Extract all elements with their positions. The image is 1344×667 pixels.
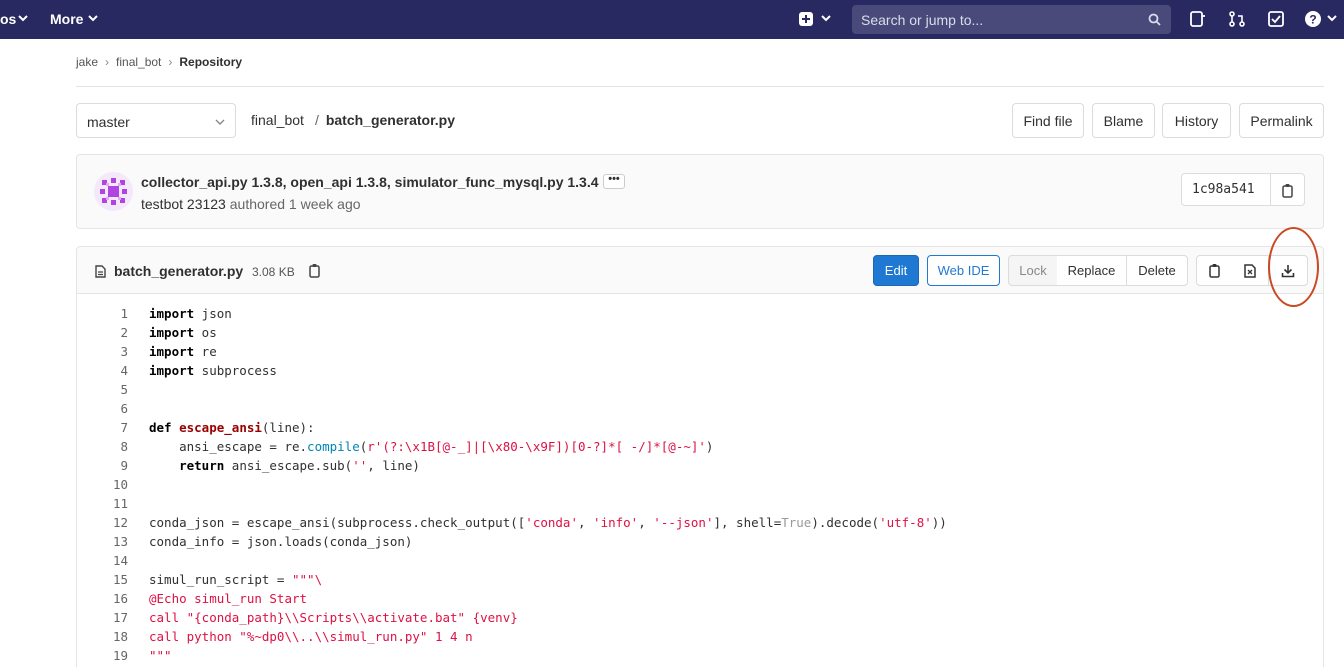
annotation-circle — [1268, 227, 1319, 307]
chevron-down-icon — [215, 119, 225, 125]
line-number[interactable]: 12 — [77, 515, 128, 530]
code-line: ansi_escape = re.compile(r'(?:\x1B[@-_]|… — [149, 439, 714, 454]
path-file: batch_generator.py — [325, 112, 455, 128]
help-icon[interactable]: ? — [1304, 10, 1322, 28]
code-line: """ — [149, 648, 172, 663]
search-icon — [1148, 13, 1161, 26]
commit-time: authored 1 week ago — [225, 196, 361, 212]
line-number[interactable]: 19 — [77, 648, 128, 663]
code-line: conda_json = escape_ansi(subprocess.chec… — [149, 515, 947, 530]
code-line: call "{conda_path}\\Scripts\\activate.ba… — [149, 610, 518, 625]
copy-path-icon[interactable] — [308, 263, 321, 278]
blame-button[interactable]: Blame — [1092, 103, 1155, 138]
file-name: batch_generator.py — [114, 263, 244, 279]
breadcrumb-current[interactable]: Repository — [179, 55, 242, 69]
commit-expand-button[interactable]: ••• — [603, 174, 625, 189]
line-number[interactable]: 17 — [77, 610, 128, 625]
copy-contents-button[interactable] — [1196, 255, 1233, 286]
commit-sha[interactable]: 1c98a541 — [1192, 182, 1255, 197]
last-commit-panel: collector_api.py 1.3.8, open_api 1.3.8, … — [76, 154, 1324, 229]
line-number[interactable]: 13 — [77, 534, 128, 549]
line-number[interactable]: 8 — [77, 439, 128, 454]
code-line: def escape_ansi(line): — [149, 420, 315, 435]
chevron-down-icon[interactable] — [87, 12, 99, 24]
line-number[interactable]: 11 — [77, 496, 128, 511]
line-number[interactable]: 6 — [77, 401, 128, 416]
todo-icon[interactable] — [1267, 10, 1285, 28]
line-number[interactable]: 3 — [77, 344, 128, 359]
breadcrumb-user[interactable]: jake — [76, 55, 98, 69]
line-number[interactable]: 7 — [77, 420, 128, 435]
copy-icon[interactable] — [1281, 183, 1294, 198]
commit-sha-box: 1c98a541 — [1181, 173, 1305, 206]
commit-meta: testbot 23123 authored 1 week ago — [141, 196, 361, 212]
svg-text:?: ? — [1309, 13, 1316, 27]
code-line: @Echo simul_run Start — [149, 591, 308, 606]
code-line: simul_run_script = """\ — [149, 572, 323, 587]
breadcrumb-separator: › — [168, 55, 173, 69]
file-path: final_bot / batch_generator.py — [251, 112, 455, 128]
path-separator: / — [314, 112, 319, 128]
chevron-down-icon[interactable] — [1326, 12, 1338, 24]
line-number[interactable]: 15 — [77, 572, 128, 587]
code-line: import subprocess — [149, 363, 277, 378]
line-number[interactable]: 2 — [77, 325, 128, 340]
breadcrumb: jake › final_bot › Repository — [76, 55, 242, 69]
issues-icon[interactable] — [1189, 10, 1207, 28]
chevron-down-icon[interactable] — [17, 12, 29, 24]
code-line: call python "%~dp0\\..\\simul_run.py" 1 … — [149, 629, 473, 644]
breadcrumb-separator: › — [105, 55, 110, 69]
divider — [76, 86, 1324, 87]
branch-name: master — [87, 114, 130, 130]
web-ide-button[interactable]: Web IDE — [927, 255, 1000, 286]
search-input[interactable]: Search or jump to... — [852, 5, 1171, 34]
avatar[interactable] — [94, 172, 133, 211]
top-navbar: os More Search or jump to... ? — [0, 0, 1344, 39]
copy-icon — [1209, 264, 1220, 278]
code-line: import json — [149, 306, 232, 321]
line-number[interactable]: 4 — [77, 363, 128, 378]
new-plus-icon[interactable] — [799, 12, 813, 26]
chevron-down-icon[interactable] — [820, 12, 832, 24]
permalink-button[interactable]: Permalink — [1239, 103, 1324, 138]
search-placeholder: Search or jump to... — [861, 12, 984, 28]
line-number[interactable]: 5 — [77, 382, 128, 397]
find-file-button[interactable]: Find file — [1012, 103, 1084, 138]
code-line: import re — [149, 344, 217, 359]
lock-button[interactable]: Lock — [1008, 255, 1058, 286]
line-number[interactable]: 10 — [77, 477, 128, 492]
path-repo[interactable]: final_bot — [251, 112, 304, 128]
nav-projects-fragment[interactable]: os — [0, 11, 16, 27]
merge-request-icon[interactable] — [1228, 10, 1246, 28]
line-number[interactable]: 9 — [77, 458, 128, 473]
delete-button[interactable]: Delete — [1126, 255, 1188, 286]
file-size: 3.08 KB — [252, 265, 295, 279]
line-number[interactable]: 18 — [77, 629, 128, 644]
file-icon — [95, 265, 106, 278]
code-viewer: 1 import json 2 import os 3 import re 4 … — [76, 294, 1324, 667]
nav-more[interactable]: More — [50, 11, 83, 27]
line-number[interactable]: 14 — [77, 553, 128, 568]
line-number[interactable]: 1 — [77, 306, 128, 321]
edit-button[interactable]: Edit — [873, 255, 919, 286]
raw-file-icon — [1244, 263, 1256, 278]
code-line: conda_info = json.loads(conda_json) — [149, 534, 413, 549]
line-number[interactable]: 16 — [77, 591, 128, 606]
commit-title[interactable]: collector_api.py 1.3.8, open_api 1.3.8, … — [141, 174, 599, 190]
replace-button[interactable]: Replace — [1057, 255, 1127, 286]
code-line: import os — [149, 325, 217, 340]
history-button[interactable]: History — [1162, 103, 1231, 138]
branch-select[interactable]: master — [76, 103, 236, 138]
commit-author[interactable]: testbot 23123 — [141, 196, 226, 212]
divider — [1270, 174, 1271, 205]
code-line: return ansi_escape.sub('', line) — [179, 458, 420, 473]
open-raw-button[interactable] — [1232, 255, 1269, 286]
file-header: batch_generator.py 3.08 KB Edit Web IDE … — [76, 246, 1324, 294]
breadcrumb-project[interactable]: final_bot — [116, 55, 161, 69]
